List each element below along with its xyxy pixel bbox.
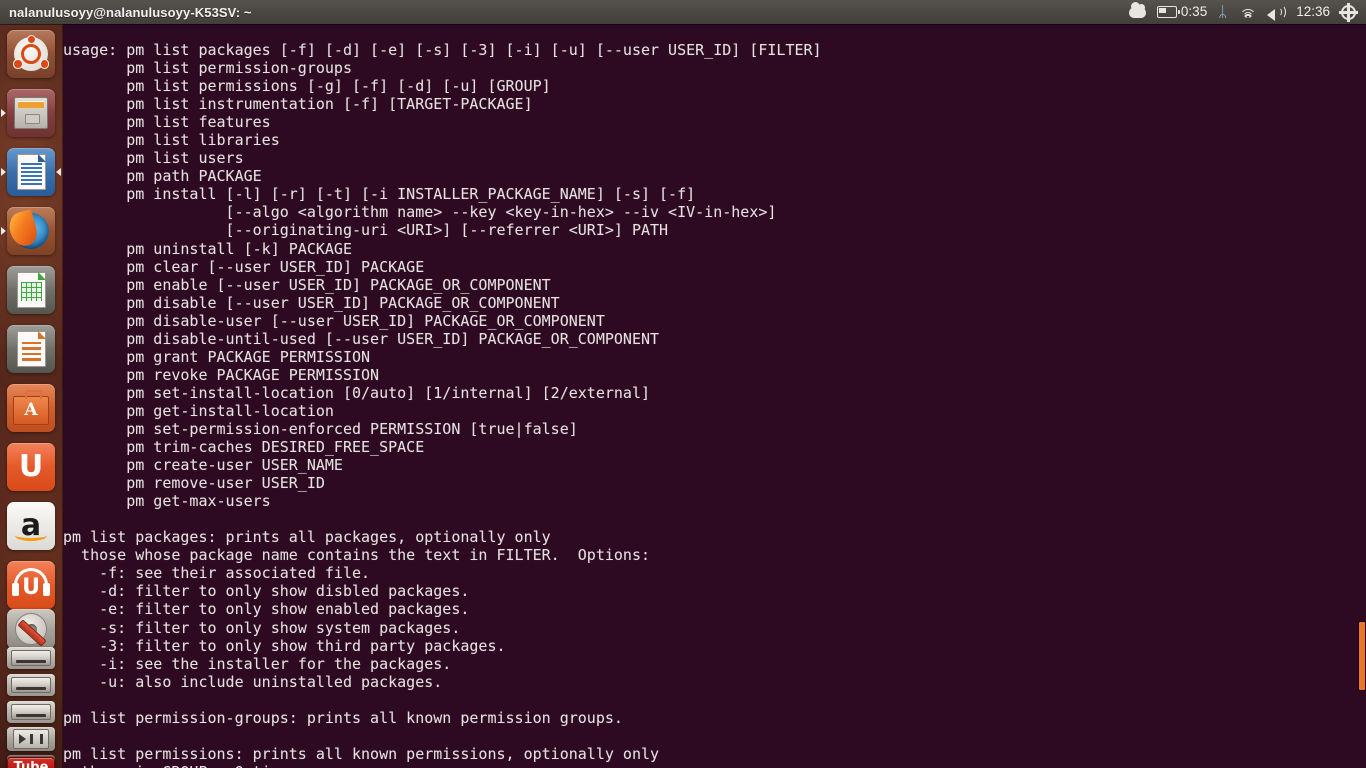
clock-indicator[interactable]: 12:36 xyxy=(1296,5,1330,19)
ubuntu-one-cloud-indicator[interactable] xyxy=(1128,1,1146,18)
ubuntu-one-icon: U xyxy=(7,442,55,491)
battery-indicator[interactable]: 0:35 xyxy=(1156,4,1208,20)
presentation-icon xyxy=(7,324,55,373)
software-center-letter: A xyxy=(24,399,38,420)
disk-drive-icon xyxy=(7,700,55,723)
media-player-icon xyxy=(7,727,55,751)
launcher-item-files[interactable] xyxy=(0,83,62,142)
launcher-item-ubuntu-one[interactable]: U xyxy=(0,437,62,496)
running-indicator xyxy=(1,167,6,176)
bluetooth-indicator[interactable]: ᛦ xyxy=(1218,2,1228,21)
launcher-item-firefox[interactable] xyxy=(0,201,62,260)
terminal-window[interactable]: usage: pm list packages [-f] [-d] [-e] [… xyxy=(62,24,1366,768)
system-tray: 0:35 ᛦ 12:36 xyxy=(1128,1,1366,21)
launcher-item-disk-3[interactable] xyxy=(0,698,62,725)
launcher-item-software-center[interactable]: A xyxy=(0,378,62,437)
session-menu-indicator[interactable] xyxy=(1341,4,1356,20)
document-icon xyxy=(7,147,55,196)
window-title: nalanulusoyy@nalanulusoyy-K53SV: ~ xyxy=(9,4,252,20)
volume-icon xyxy=(1267,5,1287,21)
gear-icon xyxy=(1341,4,1356,20)
bluetooth-icon: ᛦ xyxy=(1218,2,1228,21)
wifi-icon xyxy=(1239,6,1257,18)
launcher-item-disk-2[interactable] xyxy=(0,671,62,698)
launcher-item-ubuntu-one-music[interactable]: U xyxy=(0,555,62,614)
clock-label: 12:36 xyxy=(1296,4,1330,20)
firefox-icon xyxy=(7,206,55,255)
disk-drive-icon xyxy=(7,673,55,696)
terminal-output: usage: pm list packages [-f] [-d] [-e] [… xyxy=(63,41,822,768)
battery-icon xyxy=(1156,6,1180,18)
unity-launcher: A U a U Tube xyxy=(0,24,63,768)
briefcase-icon: A xyxy=(7,383,55,432)
running-indicator xyxy=(1,226,6,235)
youtube-label: Tube xyxy=(7,756,55,768)
launcher-item-dash-home[interactable] xyxy=(0,24,62,83)
disk-drive-icon xyxy=(7,646,55,669)
launcher-item-media-player[interactable] xyxy=(0,725,62,753)
launcher-item-libreoffice-writer[interactable] xyxy=(0,142,62,201)
launcher-item-system-settings[interactable] xyxy=(0,609,62,649)
terminal-scrollbar[interactable] xyxy=(1358,24,1366,768)
terminal-scrollbar-thumb[interactable] xyxy=(1359,622,1365,690)
amazon-smile-icon xyxy=(15,530,47,541)
file-cabinet-icon xyxy=(7,88,55,137)
launcher-item-youtube[interactable]: Tube xyxy=(0,753,62,768)
desktop-screen: nalanulusoyy@nalanulusoyy-K53SV: ~ 0:35 … xyxy=(0,0,1366,768)
launcher-item-disk-1[interactable] xyxy=(0,644,62,671)
running-indicator xyxy=(1,108,6,117)
focused-indicator xyxy=(56,167,61,176)
spreadsheet-icon xyxy=(7,265,55,314)
cloud-icon xyxy=(1128,1,1146,18)
launcher-item-libreoffice-impress[interactable] xyxy=(0,319,62,378)
top-panel: nalanulusoyy@nalanulusoyy-K53SV: ~ 0:35 … xyxy=(0,0,1366,24)
launcher-item-amazon[interactable]: a xyxy=(0,496,62,555)
amazon-icon: a xyxy=(7,501,55,550)
ubuntu-logo-icon xyxy=(7,29,55,78)
wrench-gear-icon xyxy=(7,609,55,649)
battery-time-label: 0:35 xyxy=(1180,4,1208,20)
music-headphones-icon: U xyxy=(7,560,55,609)
network-indicator[interactable] xyxy=(1239,6,1257,18)
volume-indicator[interactable] xyxy=(1267,5,1287,21)
youtube-icon: Tube xyxy=(7,755,55,768)
launcher-item-libreoffice-calc[interactable] xyxy=(0,260,62,319)
ubuntu-one-letter: U xyxy=(18,448,44,484)
